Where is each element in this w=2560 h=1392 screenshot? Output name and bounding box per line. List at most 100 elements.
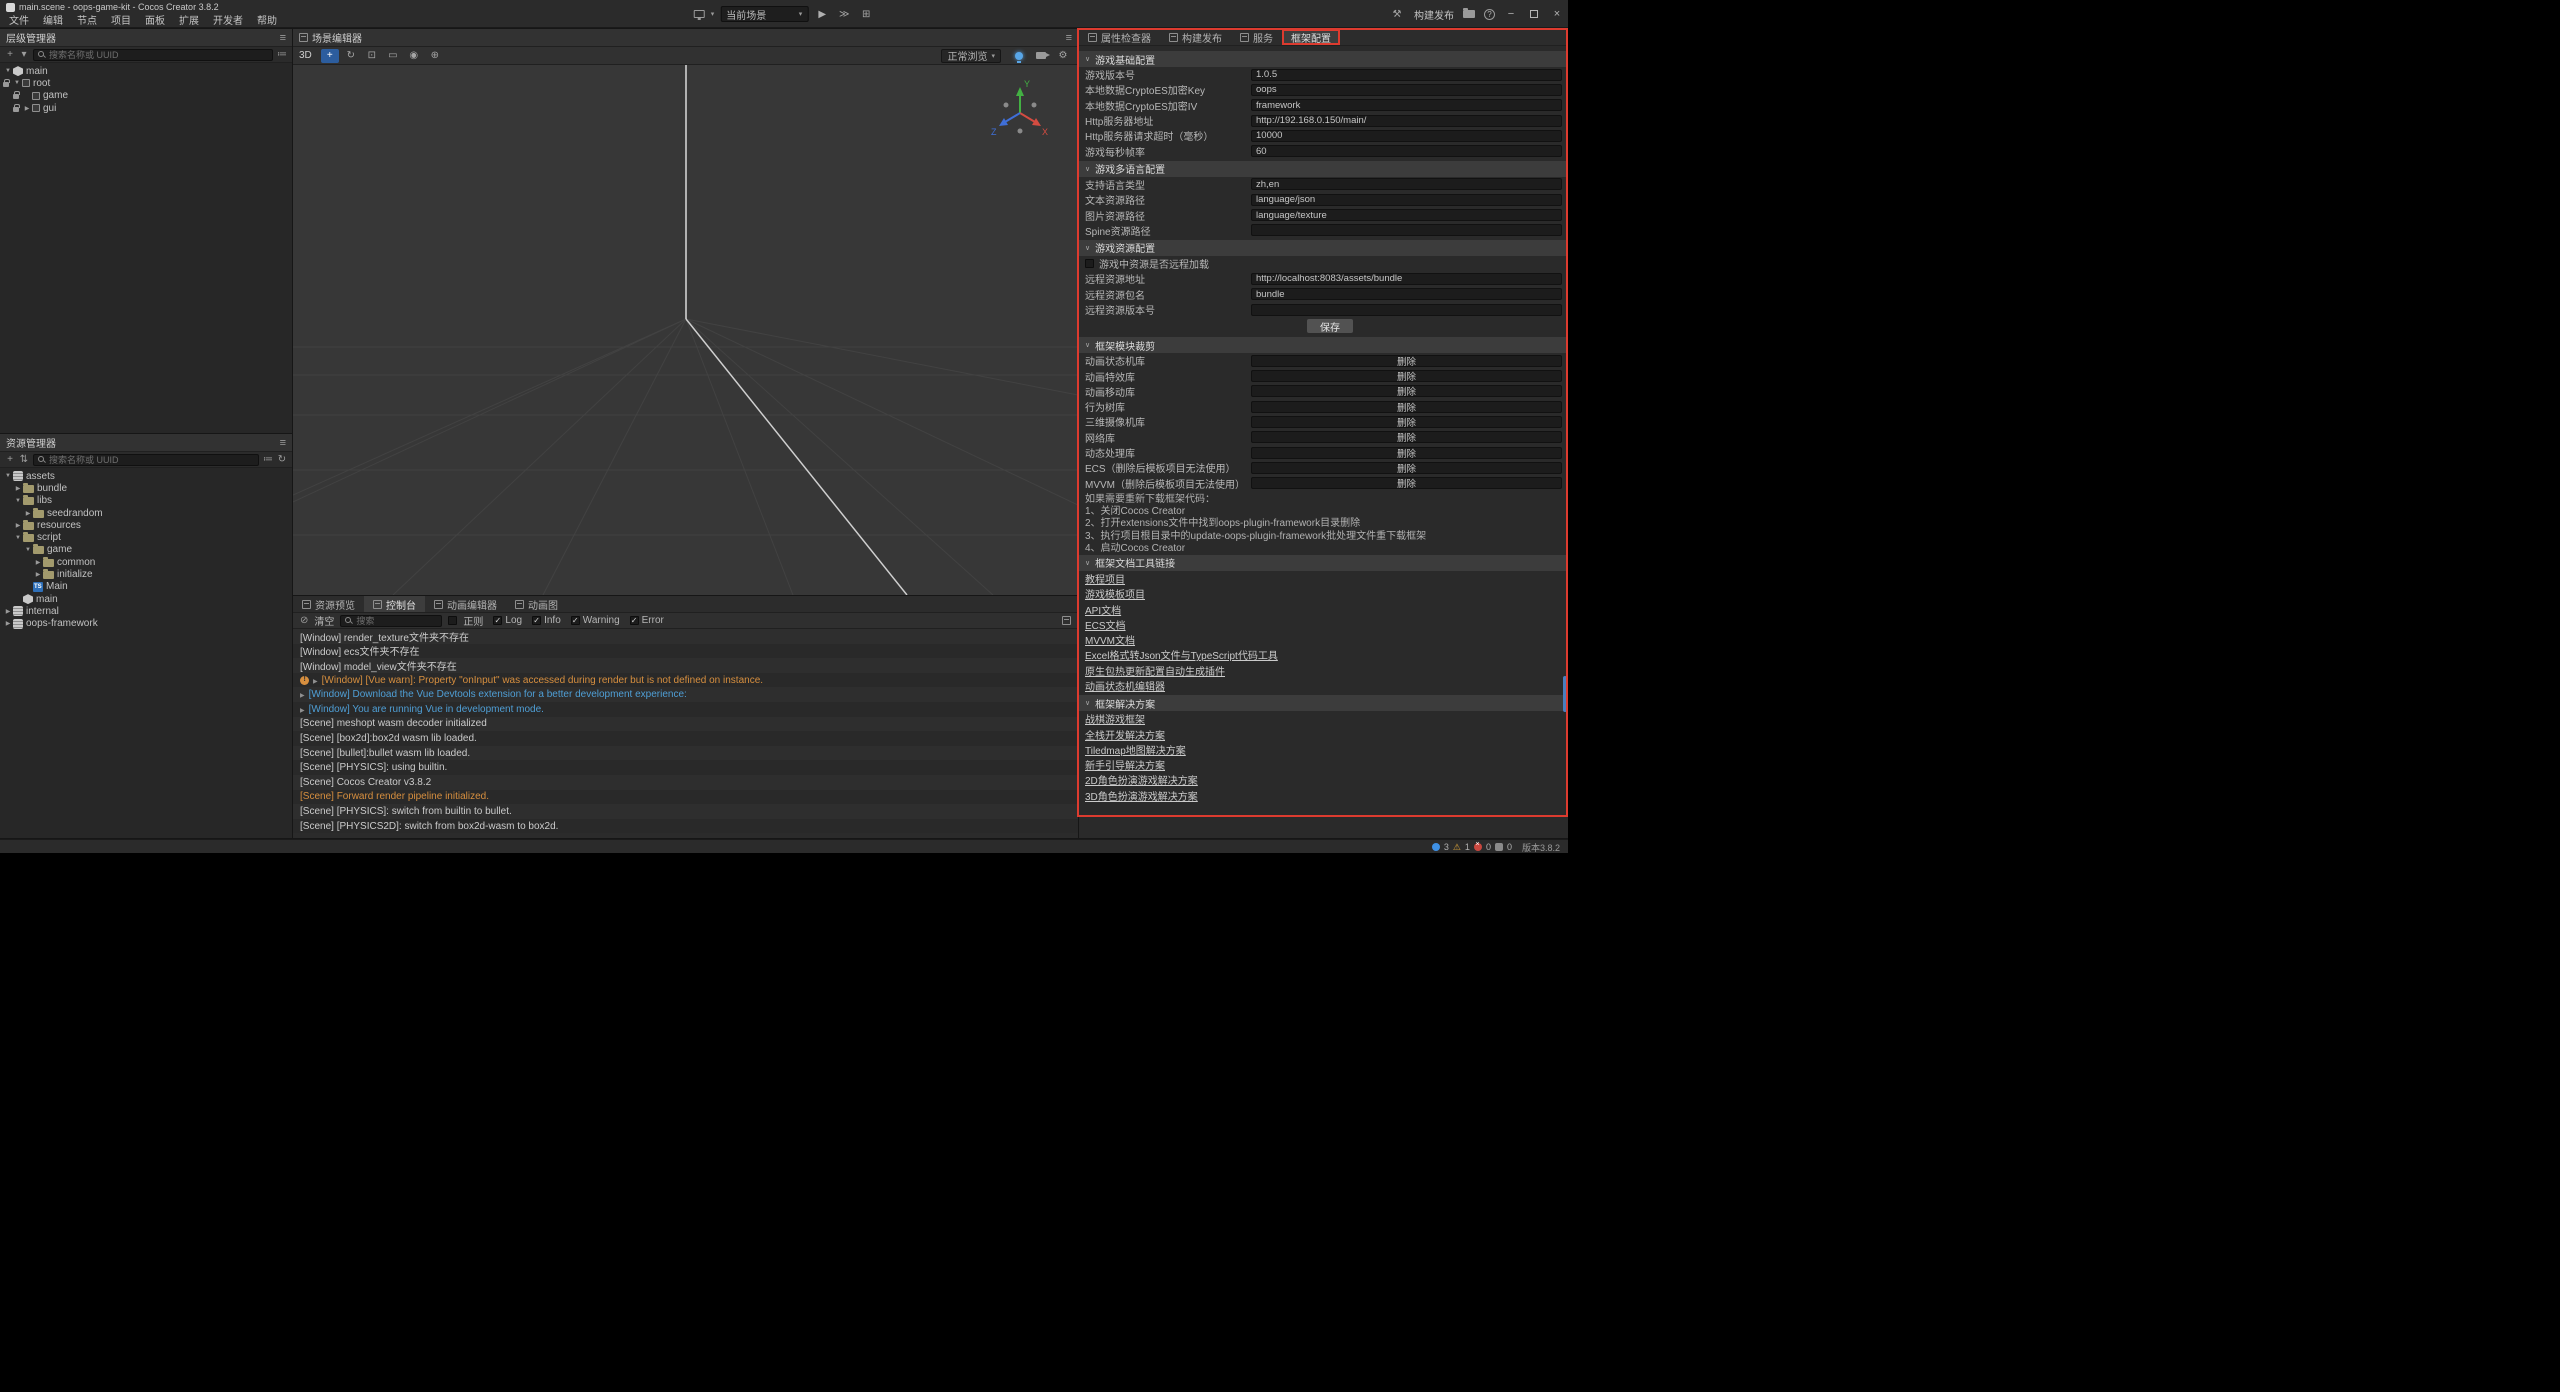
expand-arrow-icon[interactable]: ▶ [13, 522, 23, 529]
menu-icon[interactable]: ≡ [1066, 32, 1072, 44]
property-input[interactable] [1251, 209, 1562, 221]
lock-icon[interactable] [3, 79, 10, 88]
expand-arrow-icon[interactable]: ▼ [23, 547, 33, 553]
log-row[interactable]: [Scene] Forward render pipeline initiali… [293, 790, 1078, 805]
scrollbar-thumb[interactable] [1563, 676, 1567, 712]
log-row[interactable]: [Window] model_view文件夹不存在 [293, 658, 1078, 673]
log-filter-toggle[interactable]: Warning [571, 615, 620, 626]
filter-checkbox[interactable] [630, 616, 639, 625]
delete-button[interactable]: 删除 [1251, 477, 1562, 489]
inspector-tab[interactable]: 服务 [1231, 29, 1282, 45]
console-search-input[interactable]: 搜索 [340, 615, 442, 627]
clear-icon[interactable]: ⊘ [300, 615, 308, 626]
menu-icon[interactable]: ≡ [280, 32, 286, 44]
regex-checkbox[interactable] [448, 616, 457, 625]
info-count-icon[interactable] [1432, 843, 1440, 851]
scene-viewport[interactable]: Y X Z [293, 65, 1078, 595]
build-publish-button[interactable]: 构建发布 [1414, 7, 1454, 22]
expand-arrow-icon[interactable]: ▼ [13, 498, 23, 504]
rotate-tool-icon[interactable]: ↻ [342, 49, 360, 63]
asset-row[interactable]: ▶ resources [0, 519, 292, 531]
log-row[interactable]: [Scene] meshopt wasm decoder initialized [293, 717, 1078, 732]
chevron-down-icon[interactable]: ▾ [711, 10, 715, 18]
section-header-res[interactable]: ∨ 游戏资源配置 [1079, 240, 1568, 256]
expand-arrow-icon[interactable] [300, 704, 305, 715]
property-input[interactable] [1251, 288, 1562, 300]
menu-item[interactable]: 开发者 [206, 12, 250, 27]
section-header-modules[interactable]: ∨ 框架模块裁剪 [1079, 337, 1568, 353]
section-header-solutions[interactable]: ∨ 框架解决方案 [1079, 695, 1568, 711]
sort-icon[interactable]: ⇅ [19, 454, 29, 465]
add-node-button[interactable]: + [5, 49, 15, 60]
asset-row[interactable]: main [0, 593, 292, 605]
expand-arrow-icon[interactable]: ▼ [13, 535, 23, 541]
delete-button[interactable]: 删除 [1251, 431, 1562, 443]
log-row[interactable]: [Scene] [PHYSICS2D]: switch from box2d-w… [293, 819, 1078, 834]
expand-arrow-icon[interactable]: ▶ [3, 608, 13, 615]
solution-link[interactable]: 3D角色扮演游戏解决方案 [1079, 788, 1568, 803]
menu-item[interactable]: 项目 [104, 12, 138, 27]
doc-link[interactable]: 原生包热更新配置自动生成插件 [1079, 663, 1568, 678]
property-input[interactable] [1251, 145, 1562, 157]
view-mode-select[interactable]: 正常浏览 ▾ [941, 49, 1001, 63]
chevron-down-icon[interactable]: ▾ [19, 49, 29, 60]
property-input[interactable] [1251, 115, 1562, 127]
doc-link[interactable]: 游戏模板项目 [1079, 586, 1568, 601]
solution-link[interactable]: 新手引导解决方案 [1079, 757, 1568, 772]
asset-row[interactable]: ▶ oops-framework [0, 618, 292, 630]
lock-icon[interactable] [13, 91, 20, 100]
log-filter-toggle[interactable]: Info [532, 615, 561, 626]
solution-link[interactable]: Tiledmap地图解决方案 [1079, 742, 1568, 757]
asset-row[interactable]: ▶ internal [0, 605, 292, 617]
rect-tool-icon[interactable]: ▭ [384, 49, 402, 63]
filter-checkbox[interactable] [571, 616, 580, 625]
asset-row[interactable]: ▶ initialize [0, 568, 292, 580]
minimize-button[interactable]: − [1504, 7, 1518, 21]
save-button[interactable]: 保存 [1307, 319, 1353, 333]
property-input[interactable] [1251, 194, 1562, 206]
help-icon[interactable]: ? [1484, 9, 1495, 20]
add-asset-button[interactable]: + [5, 454, 15, 465]
world-toggle-icon[interactable]: ◉ [405, 49, 423, 63]
delete-button[interactable]: 删除 [1251, 385, 1562, 397]
log-row[interactable]: [Scene] Cocos Creator v3.8.2 [293, 775, 1078, 790]
doc-link[interactable]: ECS文档 [1079, 617, 1568, 632]
hierarchy-node-row[interactable]: ▼ root [0, 77, 292, 89]
filter-icon[interactable]: ≔ [277, 49, 287, 60]
camera-icon[interactable] [1036, 52, 1046, 59]
asset-row[interactable]: ▶ bundle [0, 482, 292, 494]
assets-search-input[interactable]: 搜索名称或 UUID [33, 454, 259, 466]
log-row[interactable]: [Scene] [box2d]:box2d wasm lib loaded. [293, 731, 1078, 746]
solution-link[interactable]: 战棋游戏框架 [1079, 711, 1568, 726]
scene-selector[interactable]: 当前场景 ▾ [720, 6, 808, 22]
move-tool-icon[interactable]: + [321, 49, 339, 63]
delete-button[interactable]: 删除 [1251, 370, 1562, 382]
axis-gizmo[interactable]: Y X Z [988, 79, 1052, 143]
doc-link[interactable]: API文档 [1079, 601, 1568, 616]
console-tab[interactable]: 控制台 [364, 596, 425, 612]
expand-arrow-icon[interactable] [300, 689, 305, 700]
scene-settings-gear-icon[interactable]: ⚙ [1054, 49, 1072, 63]
log-filter-toggle[interactable]: Log [493, 615, 522, 626]
filter-checkbox[interactable] [532, 616, 541, 625]
filter-checkbox[interactable] [493, 616, 502, 625]
section-header-docs[interactable]: ∨ 框架文档工具链接 [1079, 555, 1568, 571]
expand-arrow-icon[interactable]: ▼ [3, 68, 13, 74]
menu-item[interactable]: 面板 [138, 12, 172, 27]
hierarchy-node-row[interactable]: ▶ gui [0, 102, 292, 114]
close-button[interactable]: × [1550, 7, 1564, 21]
expand-arrow-icon[interactable]: ▶ [33, 559, 43, 566]
asset-row[interactable]: ▶ seedrandom [0, 507, 292, 519]
expand-arrow-icon[interactable]: ▼ [12, 80, 22, 86]
property-input[interactable] [1251, 99, 1562, 111]
log-row[interactable]: [Scene] [bullet]:bullet wasm lib loaded. [293, 746, 1078, 761]
delete-button[interactable]: 删除 [1251, 355, 1562, 367]
remote-load-checkbox[interactable] [1085, 259, 1094, 268]
solution-link[interactable]: 全栈开发解决方案 [1079, 726, 1568, 741]
preview-target-icon[interactable] [694, 10, 705, 18]
menu-item[interactable]: 扩展 [172, 12, 206, 27]
doc-link[interactable]: MVVM文档 [1079, 632, 1568, 647]
pivot-toggle-icon[interactable]: ⊕ [426, 49, 444, 63]
scale-tool-icon[interactable]: ⊡ [363, 49, 381, 63]
asset-row[interactable]: Main [0, 581, 292, 593]
